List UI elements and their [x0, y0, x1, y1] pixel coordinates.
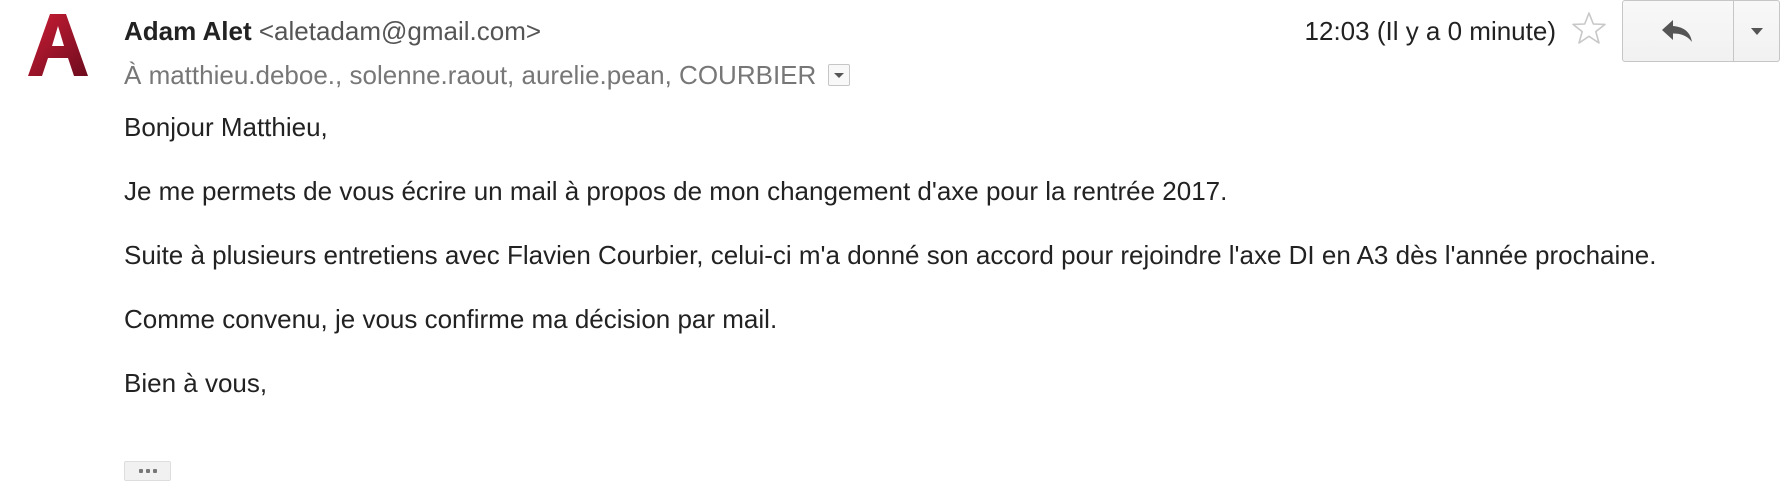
paragraph-3: Comme convenu, je vous confirme ma décis…: [124, 304, 778, 334]
message-timestamp: 12:03 (Il y a 0 minute): [1304, 16, 1556, 46]
sender-email: <aletadam@gmail.com>: [258, 16, 542, 46]
reply-button-group: [1622, 0, 1780, 62]
paragraph-1: Je me permets de vous écrire un mail à p…: [124, 176, 1228, 206]
chevron-down-icon: [1750, 27, 1763, 35]
ellipsis-dot: [138, 469, 143, 473]
sender-avatar: [28, 14, 88, 76]
message-body: Bonjour Matthieu, Je me permets de vous …: [124, 111, 1684, 431]
reply-button[interactable]: [1622, 0, 1734, 62]
greeting: Bonjour Matthieu,: [124, 112, 328, 142]
more-options-button[interactable]: [1734, 0, 1780, 62]
dropdown-arrow-icon: [834, 73, 845, 78]
recipients-line: À matthieu.deboe., solenne.raout, aureli…: [124, 58, 851, 92]
recipients-text: À matthieu.deboe., solenne.raout, aureli…: [124, 60, 817, 90]
star-icon[interactable]: [1571, 11, 1607, 47]
show-details-button[interactable]: [828, 64, 851, 86]
closing: Bien à vous,: [124, 368, 268, 398]
ellipsis-dot: [145, 469, 150, 473]
sender-name[interactable]: Adam Alet: [124, 16, 252, 46]
sender-line: Adam Alet <aletadam@gmail.com>: [124, 14, 541, 48]
reply-icon: [1662, 20, 1692, 42]
show-trimmed-content-button[interactable]: [124, 461, 171, 481]
paragraph-2: Suite à plusieurs entretiens avec Flavie…: [124, 240, 1657, 270]
ellipsis-dot: [152, 469, 157, 473]
